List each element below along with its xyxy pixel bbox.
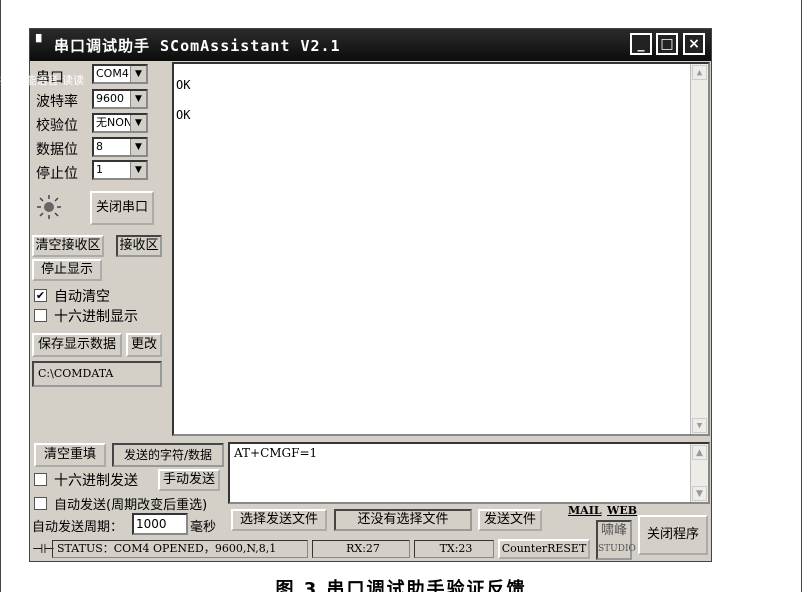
hex-display-checkbox[interactable] xyxy=(34,309,47,322)
receive-scrollbar[interactable]: ▲ ▼ xyxy=(690,64,708,434)
change-path-button[interactable]: 更改 xyxy=(126,333,162,357)
chevron-down-icon[interactable]: ▼ xyxy=(130,139,146,155)
figure-caption: 图 3 串口调试助手验证反馈 xyxy=(275,579,527,592)
databits-label: 数据位 xyxy=(36,142,78,158)
databits-value: 8 xyxy=(96,140,103,153)
scroll-up-icon[interactable]: ▲ xyxy=(692,65,707,80)
scroll-down-icon[interactable]: ▼ xyxy=(692,486,707,501)
studio-text: STUDIO xyxy=(598,544,636,554)
clear-send-button[interactable]: 清空重填 xyxy=(34,443,106,467)
stopbits-label: 停止位 xyxy=(36,166,78,182)
databits-select[interactable]: 8 ▼ xyxy=(92,137,148,157)
ms-label: 毫秒 xyxy=(190,520,217,535)
clear-receive-button[interactable]: 清空接收区 xyxy=(32,235,104,257)
mail-link[interactable]: MAIL xyxy=(568,504,602,517)
scroll-up-icon[interactable]: ▲ xyxy=(692,445,707,460)
stopbits-select[interactable]: 1 ▼ xyxy=(92,160,148,180)
rx-counter: RX:27 xyxy=(312,540,410,558)
receive-area-label: 接收区 xyxy=(116,235,162,257)
status-text: STATUS：COM4 OPENED，9600,N,8,1 xyxy=(52,540,308,558)
auto-period-input[interactable]: 1000 xyxy=(132,513,188,535)
parity-value: 无NON xyxy=(96,116,133,129)
parity-label: 校验位 xyxy=(36,118,78,134)
window-title: 串口调试助手 SComAssistant V2.1 xyxy=(54,37,341,55)
stop-display-button[interactable]: 停止显示 xyxy=(32,259,102,281)
scroll-down-icon[interactable]: ▼ xyxy=(692,418,707,433)
auto-clear-label: 自动清空 xyxy=(54,289,110,305)
hex-display-label: 十六进制显示 xyxy=(54,309,138,325)
studio-logo: 啸峰 STUDIO xyxy=(596,520,636,560)
chevron-down-icon[interactable]: ▼ xyxy=(130,91,146,107)
receive-line: OK xyxy=(176,78,191,92)
port-value: COM4 xyxy=(96,67,129,80)
close-port-button[interactable]: 关闭串口 xyxy=(90,191,154,225)
auto-clear-checkbox[interactable]: ✔ xyxy=(34,289,47,302)
hex-send-checkbox[interactable] xyxy=(34,473,47,486)
chevron-down-icon[interactable]: ▼ xyxy=(130,162,146,178)
exit-program-button[interactable]: 关闭程序 xyxy=(638,515,708,555)
save-data-button[interactable]: 保存显示数据 xyxy=(32,333,122,357)
tx-counter: TX:23 xyxy=(414,540,494,558)
port-status-lamp-icon xyxy=(37,195,61,219)
app-window: ▘ 串口调试助手 SComAssistant V2.1 _ □ × 串口 COM… xyxy=(29,28,712,562)
stopbits-value: 1 xyxy=(96,163,103,176)
counter-reset-button[interactable]: CounterRESET xyxy=(498,539,590,559)
overlay-text: 扳 智能语音 读读 xyxy=(0,74,84,87)
hex-send-label: 十六进制发送 xyxy=(54,473,138,489)
save-path-display: C:\COMDATA xyxy=(32,361,162,387)
receive-textarea[interactable]: OK OK ▲ ▼ xyxy=(172,62,710,436)
web-link[interactable]: WEB xyxy=(607,504,637,517)
auto-send-checkbox[interactable] xyxy=(34,497,47,510)
chevron-down-icon[interactable]: ▼ xyxy=(130,66,146,82)
manual-send-button[interactable]: 手动发送 xyxy=(158,469,220,491)
close-button[interactable]: × xyxy=(683,33,705,55)
auto-send-label: 自动发送(周期改变后重选) xyxy=(54,498,208,513)
parity-select[interactable]: 无NON ▼ xyxy=(92,113,148,133)
minimize-button[interactable]: _ xyxy=(630,33,652,55)
title-bar[interactable]: ▘ 串口调试助手 SComAssistant V2.1 _ □ × xyxy=(30,29,711,61)
select-file-button[interactable]: 选择发送文件 xyxy=(231,509,327,531)
file-name-display: 还没有选择文件 xyxy=(334,509,472,531)
send-file-button[interactable]: 发送文件 xyxy=(478,509,542,531)
baud-value: 9600 xyxy=(96,92,124,105)
maximize-button[interactable]: □ xyxy=(656,33,678,55)
chevron-down-icon[interactable]: ▼ xyxy=(130,115,146,131)
baud-select[interactable]: 9600 ▼ xyxy=(92,89,148,109)
send-scrollbar[interactable]: ▲ ▼ xyxy=(690,444,708,502)
logo-text: 啸峰 xyxy=(600,523,627,538)
baud-label: 波特率 xyxy=(36,94,78,110)
auto-period-label: 自动发送周期： xyxy=(32,520,124,535)
receive-line: OK xyxy=(176,108,191,122)
port-select[interactable]: COM4 ▼ xyxy=(92,64,148,84)
send-chars-label: 发送的字符/数据 xyxy=(112,443,224,467)
send-text: AT+CMGF=1 xyxy=(234,446,318,460)
send-textarea[interactable]: AT+CMGF=1 ▲ ▼ xyxy=(228,442,710,504)
app-icon: ▘ xyxy=(36,35,47,51)
